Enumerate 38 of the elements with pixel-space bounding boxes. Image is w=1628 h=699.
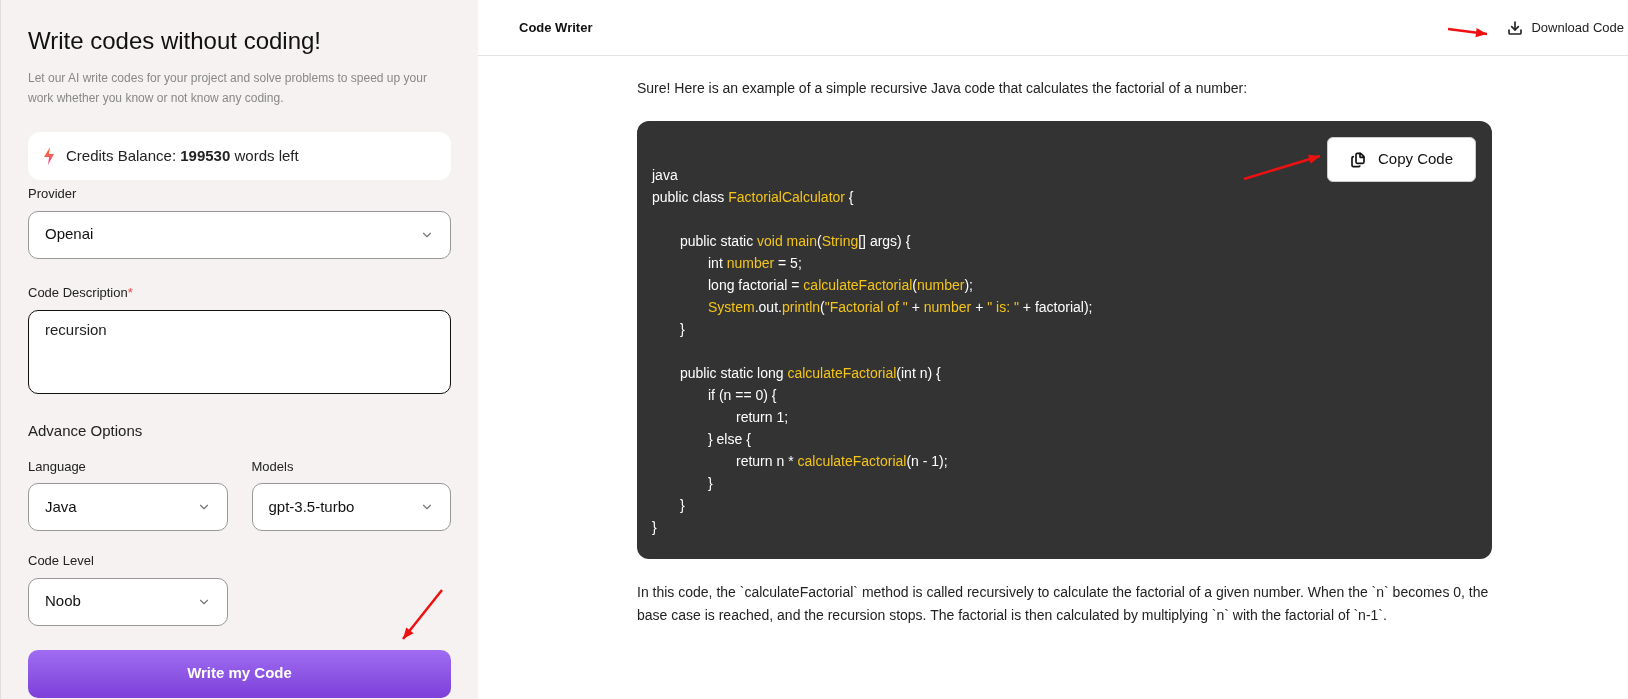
models-select[interactable]: gpt-3.5-turbo	[251, 483, 451, 531]
code-line: } else {	[708, 430, 751, 449]
page-subtitle: Let our AI write codes for your project and solve problems to speed up your work whether you know or not know any coding.	[28, 70, 428, 107]
code-line: }	[680, 320, 685, 339]
credits-balance: Credits Balance: 199530 words left	[66, 145, 299, 166]
copy-icon	[1349, 151, 1366, 168]
page-heading: Code Writer	[519, 18, 593, 37]
description-field[interactable]: recursion	[28, 310, 451, 394]
field-label: Models	[251, 457, 295, 476]
field-label: Language	[28, 457, 87, 476]
download-button[interactable]: Download Code	[1507, 17, 1624, 38]
code-line: return 1;	[736, 408, 789, 427]
code-line: return n * calculateFactorial(n - 1);	[736, 452, 948, 471]
code-line: public static void main(String[] args) {	[680, 232, 911, 251]
copy-code-button[interactable]: Copy Code	[1326, 137, 1476, 182]
provider-select[interactable]: Openai	[28, 210, 451, 259]
code-line: public static long calculateFactorial(int n) {	[680, 364, 941, 383]
code-line: }	[680, 496, 685, 515]
page-title: Write codes without coding!	[28, 26, 323, 56]
code-line: System.out.println("Factorial of " + number + " is: " + factorial);	[708, 298, 1093, 317]
write-code-button[interactable]: Write my Code	[28, 649, 451, 698]
language-select[interactable]: Java	[28, 483, 228, 531]
explanation-text: In this code, the `calculateFactorial` method is called recursively to calculate the factorial of a given number. When the `n` becomes 0, the base case is reached, and the recursion stops. The factorial is then calculated by multiplying `n` with the factorial of `n-1`.	[637, 583, 1490, 625]
code-line: public class FactorialCalculator {	[652, 188, 854, 207]
code-level-select[interactable]: Noob	[28, 577, 228, 626]
lightning-icon	[44, 147, 54, 165]
code-line: int number = 5;	[708, 254, 802, 273]
code-line: long factorial = calculateFactorial(number);	[708, 276, 973, 295]
code-line: if (n == 0) {	[708, 386, 777, 405]
field-label: Code Level	[28, 552, 95, 570]
field-label: Provider	[28, 185, 78, 203]
download-icon	[1507, 19, 1524, 36]
code-line: }	[652, 518, 657, 537]
code-line: java	[652, 166, 678, 185]
section-heading: Advance Options	[28, 421, 144, 441]
field-label: Code Description*	[28, 283, 134, 302]
intro-text: Sure! Here is an example of a simple recursive Java code that calculates the factorial of a number:	[637, 79, 1249, 98]
code-line: }	[708, 474, 713, 493]
